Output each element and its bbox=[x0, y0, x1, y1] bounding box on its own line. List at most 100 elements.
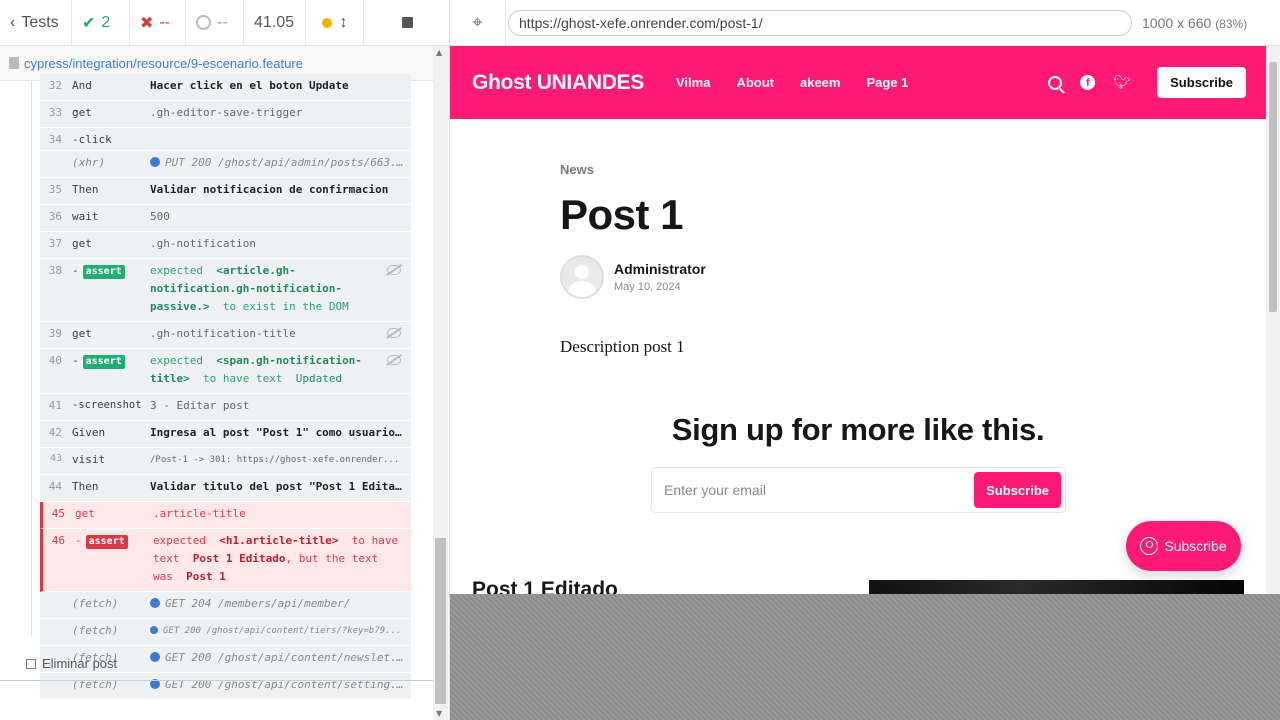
scrollbar-thumb[interactable] bbox=[435, 538, 446, 704]
suite-eliminar-post[interactable]: Eliminar post bbox=[26, 656, 117, 671]
command-number: 39 bbox=[48, 327, 62, 340]
x-icon: ✖ bbox=[140, 14, 154, 32]
command-row-xhr[interactable]: (xhr) PUT 200 /ghost/api/admin/posts/663… bbox=[40, 151, 411, 178]
command-message: .gh-notification-title bbox=[150, 327, 296, 340]
command-number: 40 bbox=[48, 354, 62, 367]
nav-link-akeem[interactable]: akeem bbox=[800, 75, 840, 90]
command-name: get bbox=[72, 327, 92, 340]
command-row[interactable]: 33 get .gh-editor-save-trigger bbox=[40, 101, 411, 128]
cta-title: Sign up for more like this. bbox=[671, 412, 1045, 447]
command-log-scrollbar[interactable]: ▲ ▼ bbox=[433, 46, 448, 720]
portal-subscribe-button[interactable]: Subscribe bbox=[1126, 521, 1241, 571]
crosshair-icon: ⌖ bbox=[472, 12, 483, 33]
command-row-assert[interactable]: 38 - assert expected <article.gh-notifica… bbox=[40, 259, 411, 322]
command-row[interactable]: 39 get .gh-notification-title bbox=[40, 322, 411, 349]
site-nav: Vilma About akeem Page 1 bbox=[676, 75, 908, 90]
nav-link-about[interactable]: About bbox=[736, 75, 774, 90]
command-message: GET 200 /ghost/api/content/setting... bbox=[150, 671, 411, 699]
command-row[interactable]: 44 Then Validar titulo del post "Post 1 … bbox=[40, 475, 411, 502]
tests-button[interactable]: ‹ Tests bbox=[0, 0, 72, 46]
command-row[interactable]: 32 And Hacer click en el boton Update bbox=[40, 74, 411, 101]
command-row-fetch[interactable]: (fetch) GET 200 /ghost/api/content/tiers… bbox=[40, 619, 411, 646]
command-number: 32 bbox=[48, 79, 62, 92]
assert-expected: expected bbox=[150, 354, 203, 367]
scroll-arrows-icon: ↕ bbox=[339, 13, 348, 31]
passed-count[interactable]: ✔ 2 bbox=[72, 0, 130, 46]
article-body: Description post 1 bbox=[560, 337, 685, 356]
scroll-up-icon[interactable]: ▲ bbox=[436, 48, 442, 57]
selector-playground-button[interactable]: ⌖ bbox=[450, 0, 506, 46]
spec-path[interactable]: cypress/integration/resource/9-escenario… bbox=[24, 56, 303, 71]
scroll-down-icon[interactable]: ▼ bbox=[436, 709, 442, 718]
command-name: get bbox=[72, 106, 92, 119]
avatar[interactable] bbox=[560, 255, 604, 299]
failed-count[interactable]: ✖ -- bbox=[130, 0, 186, 46]
command-dash: - bbox=[72, 354, 79, 367]
command-number bbox=[40, 592, 70, 618]
nav-link-page-1[interactable]: Page 1 bbox=[866, 75, 908, 90]
checkbox-icon bbox=[26, 658, 36, 669]
command-row[interactable]: 37 get .gh-notification bbox=[40, 232, 411, 259]
command-row-failed-assert[interactable]: 46 - assert expected <h1.article-title> t… bbox=[40, 529, 411, 592]
eye-slash-icon[interactable] bbox=[387, 265, 401, 275]
command-name: Then bbox=[72, 480, 99, 493]
scrollbar-thumb[interactable] bbox=[1269, 62, 1277, 312]
command-name: - assert bbox=[70, 259, 150, 321]
publish-date: May 10, 2024 bbox=[614, 281, 681, 293]
twitter-icon[interactable]: 🐦︎ bbox=[1113, 74, 1131, 91]
header-actions: f 🐦︎ Subscribe bbox=[1048, 67, 1246, 98]
command-row-fetch[interactable]: (fetch) GET 200 /ghost/api/content/setti… bbox=[40, 673, 411, 700]
command-row-failed[interactable]: 45 get .article-title bbox=[40, 502, 411, 529]
command-message: Hacer click en el boton Update bbox=[150, 79, 349, 92]
command-message: expected <article.gh-notification.gh-not… bbox=[150, 257, 411, 321]
auto-scroll-toggle[interactable]: ↕ bbox=[306, 0, 364, 46]
site-logo[interactable]: Ghost UNIANDES bbox=[472, 71, 644, 95]
eye-slash-icon[interactable] bbox=[387, 328, 401, 338]
command-message: Ingresa al post "Post 1" como usuario... bbox=[150, 426, 411, 439]
url-field[interactable]: https://ghost-xefe.onrender.com/post-1/ bbox=[508, 9, 1132, 36]
pending-count[interactable]: -- bbox=[186, 0, 244, 46]
assert-condition: to have text bbox=[203, 372, 283, 385]
eye-slash-icon[interactable] bbox=[387, 355, 401, 365]
article-tag[interactable]: News bbox=[560, 162, 1120, 177]
assert-badge: assert bbox=[82, 265, 125, 279]
command-row[interactable]: 41 -screenshot 3 - Editar post bbox=[40, 394, 411, 421]
facebook-icon[interactable]: f bbox=[1080, 75, 1096, 90]
command-row[interactable]: 42 Given Ingresa al post "Post 1" como u… bbox=[40, 421, 411, 448]
command-number: 33 bbox=[48, 106, 62, 119]
command-number bbox=[40, 673, 70, 699]
email-input[interactable]: Enter your email bbox=[652, 482, 974, 498]
related-post-title[interactable]: Post 1 Editado bbox=[472, 578, 618, 594]
command-message: /Post-1 -> 301: https://ghost-xefe.onren… bbox=[150, 455, 400, 465]
command-row[interactable]: 43 visit /Post-1 -> 301: https://ghost-x… bbox=[40, 448, 411, 475]
command-row[interactable]: 35 Then Validar notificacion de confirma… bbox=[40, 178, 411, 205]
signup-cta: Sign up for more like this. bbox=[450, 412, 1266, 448]
author-name[interactable]: Administrator bbox=[614, 261, 706, 277]
tests-label: Tests bbox=[21, 13, 59, 31]
command-row[interactable]: 34 -click bbox=[40, 128, 411, 151]
search-icon[interactable] bbox=[1048, 75, 1063, 90]
related-post-image[interactable] bbox=[869, 580, 1244, 594]
request-text: GET 200 /ghost/api/content/tiers/?key=b7… bbox=[163, 626, 402, 636]
signup-subscribe-button[interactable]: Subscribe bbox=[974, 472, 1061, 508]
command-name: visit bbox=[72, 453, 106, 466]
command-row-assert[interactable]: 40 - assert expected <span.gh-notificatio… bbox=[40, 349, 411, 394]
pending-value: -- bbox=[217, 13, 228, 31]
command-message: GET 204 /members/api/member/ bbox=[150, 590, 411, 618]
article: News Post 1 Administrator May 10, 2024 D… bbox=[560, 162, 1120, 357]
request-dot-icon bbox=[150, 626, 158, 634]
command-number: 41 bbox=[48, 399, 62, 412]
command-row[interactable]: 36 wait 500 bbox=[40, 205, 411, 232]
command-number bbox=[40, 619, 70, 645]
assert-value: Updated bbox=[295, 372, 343, 385]
request-text: PUT 200 /ghost/api/admin/posts/663... bbox=[165, 156, 411, 169]
chevron-left-icon: ‹ bbox=[10, 13, 16, 31]
command-name: (fetch) bbox=[72, 678, 119, 691]
command-row-fetch[interactable]: (fetch) GET 204 /members/api/member/ bbox=[40, 592, 411, 619]
viewport-info[interactable]: 1000 x 660 (83%) bbox=[1142, 15, 1247, 31]
stop-button[interactable] bbox=[364, 0, 449, 46]
nav-link-vilma[interactable]: Vilma bbox=[676, 75, 710, 90]
command-message: Validar notificacion de confirmacion bbox=[150, 183, 389, 196]
app-scrollbar[interactable] bbox=[1266, 46, 1280, 594]
header-subscribe-button[interactable]: Subscribe bbox=[1157, 67, 1246, 98]
